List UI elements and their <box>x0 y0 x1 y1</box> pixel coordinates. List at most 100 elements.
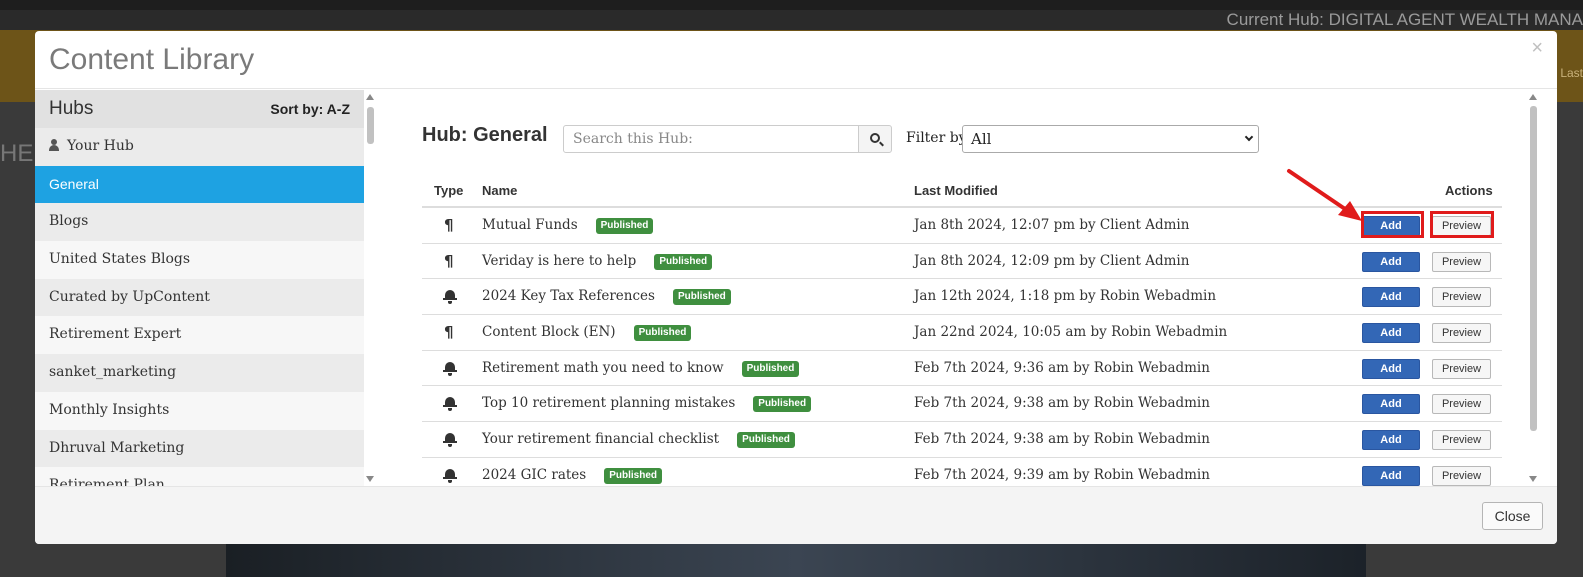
search-icon <box>870 133 880 143</box>
content-name: 2024 Key Tax References <box>482 288 655 305</box>
table-row: ¶ Mutual Funds Published Jan 8th 2024, 12:0… <box>422 208 1502 244</box>
content-name-cell: Mutual Funds Published <box>482 208 654 243</box>
sort-by-button[interactable]: Sort by: A-Z <box>270 101 350 117</box>
add-button[interactable]: Add <box>1362 394 1420 415</box>
content-scroll-thumb[interactable] <box>1530 106 1537 431</box>
sidebar-scroll-thumb[interactable] <box>367 107 374 144</box>
preview-button[interactable]: Preview <box>1432 430 1491 451</box>
column-name: Name <box>482 183 518 198</box>
scroll-down-icon[interactable] <box>1529 476 1537 482</box>
last-modified-cell: Feb 7th 2024, 9:39 am by Robin Webadmin <box>914 466 1210 483</box>
close-icon[interactable]: × <box>1531 37 1543 60</box>
hub-heading: Hub: General <box>422 124 548 146</box>
bell-icon <box>443 395 458 412</box>
add-button[interactable]: Add <box>1362 216 1420 236</box>
background-hub-bar: Current Hub: DIGITAL AGENT WEALTH MANA <box>0 10 1583 30</box>
pilcrow-icon: ¶ <box>444 216 454 234</box>
status-badge: Published <box>753 396 812 413</box>
add-button[interactable]: Add <box>1362 323 1420 344</box>
preview-button[interactable]: Preview <box>1432 216 1491 236</box>
table-row: Top 10 retirement planning mistakes Publi… <box>422 386 1502 423</box>
background-last-label: Last <box>1560 66 1583 80</box>
modal-title: Content Library <box>49 43 255 76</box>
bell-icon <box>443 360 458 376</box>
preview-button[interactable]: Preview <box>1432 394 1491 415</box>
sidebar-item-hub[interactable]: Retirement Plan <box>35 467 364 486</box>
status-badge: Published <box>672 289 731 306</box>
bell-icon <box>443 288 458 305</box>
hub-list: Your Hub General Blogs United States Blogs C… <box>35 128 364 486</box>
add-button[interactable]: Add <box>1362 465 1420 486</box>
background-topbar <box>0 0 1583 10</box>
sidebar-item-label: Dhruval Marketing <box>49 439 185 456</box>
last-modified-cell: Jan 8th 2024, 12:09 pm by Client Admin <box>914 252 1190 269</box>
sidebar-item-hub[interactable]: Retirement Expert <box>35 316 364 355</box>
status-badge: Published <box>741 360 800 377</box>
search-button[interactable] <box>858 125 892 153</box>
sidebar-scrollbar[interactable] <box>364 90 377 486</box>
scroll-down-icon[interactable] <box>366 476 374 482</box>
table-row: 2024 Key Tax References Published Jan 12th… <box>422 279 1502 316</box>
content-name-cell: Veriday is here to help Published <box>482 244 713 279</box>
filter-select[interactable]: All <box>962 125 1259 153</box>
modal-footer: Close <box>35 486 1557 544</box>
sidebar-header: Hubs Sort by: A-Z <box>35 90 364 128</box>
last-modified-cell: Jan 8th 2024, 12:07 pm by Client Admin <box>914 217 1190 233</box>
sidebar-item-label: Retirement Expert <box>49 326 182 343</box>
scroll-up-icon[interactable] <box>366 94 374 100</box>
content-name: Mutual Funds <box>482 217 578 233</box>
scroll-up-icon[interactable] <box>1529 94 1537 100</box>
sidebar-title: Hubs <box>49 98 94 119</box>
pilcrow-icon: ¶ <box>444 323 454 342</box>
sidebar-item-hub[interactable]: Your Hub <box>35 128 364 166</box>
content-name-cell: Your retirement financial checklist Publi… <box>482 422 795 457</box>
sidebar-item-hub[interactable]: United States Blogs <box>35 241 364 279</box>
table-row: Your retirement financial checklist Publi… <box>422 422 1502 458</box>
sidebar-item-label: General <box>49 175 99 192</box>
table-header: Type Name Last Modified Actions <box>422 173 1502 208</box>
content-name: 2024 GIC rates <box>482 466 587 483</box>
table-row: ¶ Veriday is here to help Published Jan 8th… <box>422 244 1502 280</box>
preview-button[interactable]: Preview <box>1432 251 1491 272</box>
sidebar-item-label: Retirement Plan <box>49 477 165 486</box>
column-type: Type <box>434 183 464 198</box>
status-badge: Published <box>633 325 692 342</box>
preview-button[interactable]: Preview <box>1432 465 1491 486</box>
close-button[interactable]: Close <box>1482 502 1543 530</box>
filter-selected-value: All <box>971 130 992 148</box>
sidebar-item-hub[interactable]: Curated by UpContent <box>35 278 364 317</box>
content-name-cell: 2024 Key Tax References Published <box>482 279 731 314</box>
preview-button[interactable]: Preview <box>1432 323 1491 344</box>
hubs-sidebar: Hubs Sort by: A-Z Your Hub General Blogs Un… <box>35 90 364 486</box>
search-input[interactable] <box>563 125 859 153</box>
sidebar-item-hub[interactable]: sanket_marketing <box>35 354 364 392</box>
sidebar-item-hub[interactable]: Monthly Insights <box>35 391 364 430</box>
preview-button[interactable]: Preview <box>1432 358 1491 379</box>
pilcrow-icon: ¶ <box>444 251 454 270</box>
table-body: ¶ Mutual Funds Published Jan 8th 2024, 12:0… <box>422 208 1502 486</box>
user-icon <box>49 139 59 151</box>
content-scrollbar[interactable] <box>1527 90 1541 486</box>
sidebar-item-hub[interactable]: Blogs <box>35 203 364 242</box>
preview-button[interactable]: Preview <box>1432 287 1491 308</box>
add-button[interactable]: Add <box>1362 287 1420 308</box>
sidebar-item-hub[interactable]: Dhruval Marketing <box>35 429 364 468</box>
sidebar-item-label: Curated by UpContent <box>49 288 210 305</box>
background-image <box>226 540 1366 577</box>
sidebar-item-label: Blogs <box>49 213 89 230</box>
content-name: Veriday is here to help <box>482 252 637 269</box>
sidebar-item-label: Your Hub <box>67 138 134 154</box>
add-button[interactable]: Add <box>1362 430 1420 451</box>
status-badge: Published <box>654 253 713 270</box>
status-badge: Published <box>595 218 654 234</box>
bell-icon <box>443 431 458 448</box>
last-modified-cell: Jan 12th 2024, 1:18 pm by Robin Webadmin <box>914 288 1217 305</box>
add-button[interactable]: Add <box>1362 251 1420 272</box>
status-badge: Published <box>604 467 663 484</box>
column-actions: Actions <box>1445 183 1493 198</box>
add-button[interactable]: Add <box>1362 358 1420 379</box>
last-modified-cell: Feb 7th 2024, 9:38 am by Robin Webadmin <box>914 431 1210 448</box>
bell-icon <box>443 467 458 483</box>
sidebar-item-label: Monthly Insights <box>49 401 170 418</box>
sidebar-item-hub[interactable]: General <box>35 165 364 204</box>
